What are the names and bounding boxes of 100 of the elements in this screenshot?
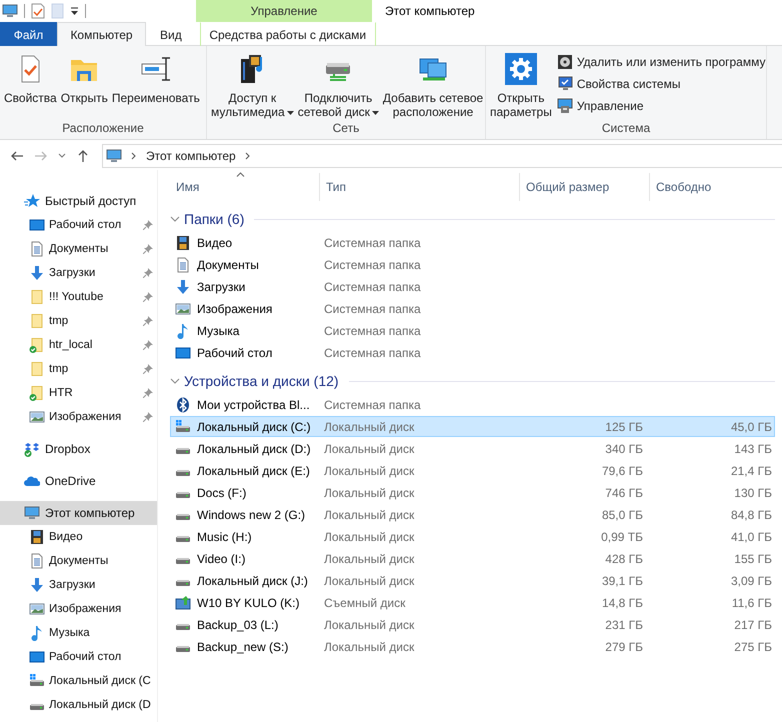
nav-item[interactable]: Рабочий стол [0, 213, 157, 237]
free-space: 3,09 ГБ [730, 574, 772, 588]
address-bar[interactable]: Этот компьютер [102, 144, 782, 168]
column-header[interactable]: Свободно [650, 173, 770, 201]
file-row[interactable]: Загрузки Системная папка [170, 276, 775, 297]
file-type: Съемный диск [324, 596, 406, 610]
up-arrow-icon [76, 149, 90, 163]
file-name: Мои устройства Bl... [197, 398, 310, 412]
file-row[interactable]: Документы Системная папка [170, 254, 775, 275]
properties-button[interactable] [31, 3, 45, 19]
collapse-chevron-icon[interactable] [170, 376, 180, 386]
file-row[interactable]: Мои устройства Bl... Системная папка [170, 394, 775, 415]
pin-icon [143, 244, 153, 254]
ribbon-button[interactable]: Свойства системы [554, 75, 768, 93]
nav-item[interactable]: OneDrive [0, 469, 157, 493]
desktop-icon [29, 217, 45, 233]
file-type: Локальный диск [324, 574, 416, 588]
column-header[interactable]: Общий размер [520, 173, 650, 201]
ribbon-tab[interactable]: Вид [146, 22, 196, 46]
collapse-chevron-icon[interactable] [170, 214, 180, 224]
forward-button[interactable] [34, 149, 48, 163]
nav-item[interactable]: Рабочий стол [0, 645, 157, 669]
nav-item[interactable]: Документы [0, 549, 157, 573]
file-type: Локальный диск [324, 640, 416, 654]
group-header[interactable]: Папки (6) [184, 211, 244, 227]
ribbon-button[interactable]: Подключить сетевой диск [296, 51, 380, 121]
file-row[interactable]: Локальный диск (C:) Локальный диск 125 ГБ 45,0 ГБ [170, 416, 775, 437]
file-row[interactable]: Music (H:) Локальный диск 0,99 ТБ 41,0 ГБ [170, 526, 775, 547]
file-row[interactable]: Video (I:) Локальный диск 428 ГБ 155 ГБ [170, 548, 775, 569]
ribbon-button[interactable]: Свойства [3, 51, 58, 121]
document-icon [175, 256, 191, 272]
file-name: Music (H:) [197, 530, 252, 544]
ribbon-button[interactable]: Открыть [60, 51, 109, 121]
nav-item[interactable]: Быстрый доступ [0, 189, 157, 213]
file-type: Локальный диск [324, 420, 416, 434]
customize-menu-button[interactable] [70, 6, 79, 16]
ribbon-tab[interactable]: Файл [0, 22, 57, 46]
group-header[interactable]: Устройства и диски (12) [184, 373, 339, 389]
settings-icon [504, 53, 537, 85]
down-arrow-icon [29, 265, 45, 281]
file-row[interactable]: Локальный диск (J:) Локальный диск 39,1 ГБ 3,09 ГБ [170, 570, 775, 591]
ribbon-button[interactable]: Управление [554, 97, 768, 115]
computer-management-icon [556, 98, 573, 114]
drive-icon [176, 646, 190, 652]
file-row[interactable]: Локальный диск (E:) Локальный диск 79,6 ГБ 21,4 ГБ [170, 460, 775, 481]
computer-icon [24, 505, 40, 521]
ribbon-button[interactable]: Добавить сетевое расположение [382, 51, 484, 121]
column-header[interactable]: Имя [170, 173, 320, 201]
file-row[interactable]: Windows new 2 (G:) Локальный диск 85,0 ГБ 84,8 ГБ [170, 504, 775, 525]
nav-item[interactable]: Документы [0, 237, 157, 261]
nav-item[interactable]: htr_local [0, 333, 157, 357]
nav-item[interactable]: Локальный диск (C [0, 669, 157, 693]
blank-page-icon [51, 3, 64, 19]
nav-item[interactable]: Загрузки [0, 573, 157, 597]
total-size: 279 ГБ [605, 640, 643, 654]
checklist-page-icon [31, 3, 45, 19]
ribbon-tab[interactable]: Компьютер [57, 22, 146, 46]
file-row[interactable]: Docs (F:) Локальный диск 746 ГБ 130 ГБ [170, 482, 775, 503]
file-name: Video (I:) [197, 552, 246, 566]
breadcrumb[interactable]: Этот компьютер [146, 149, 236, 163]
file-row[interactable]: W10 BY KULO (K:) Съемный диск 14,8 ГБ 11,6 ГБ [170, 592, 775, 613]
file-type: Системная папка [324, 302, 422, 316]
recent-locations-button[interactable] [58, 153, 66, 159]
file-row[interactable]: Backup_03 (L:) Локальный диск 231 ГБ 217 ГБ [170, 614, 775, 635]
nav-item[interactable]: tmp [0, 309, 157, 333]
pin-icon [143, 316, 153, 326]
group-label: Система [600, 121, 652, 137]
desktop-icon [175, 344, 191, 360]
column-header[interactable]: Тип [320, 173, 520, 201]
up-button[interactable] [76, 149, 90, 163]
nav-item[interactable]: Этот компьютер [0, 501, 157, 525]
file-row[interactable]: Музыка Системная папка [170, 320, 775, 341]
total-size: 39,1 ГБ [602, 574, 643, 588]
nav-item[interactable]: HTR [0, 381, 157, 405]
nav-item[interactable]: !!! Youtube [0, 285, 157, 309]
file-row[interactable]: Видео Системная папка [170, 232, 775, 253]
nav-item[interactable]: Видео [0, 525, 157, 549]
nav-item[interactable]: Музыка [0, 621, 157, 645]
file-name: Рабочий стол [197, 346, 272, 360]
nav-item[interactable]: tmp [0, 357, 157, 381]
file-name: Backup_03 (L:) [197, 618, 278, 632]
nav-item[interactable]: Dropbox [0, 437, 157, 461]
ribbon-button[interactable]: Переименовать [110, 51, 201, 121]
ribbon-button[interactable]: Открыть параметры [489, 51, 553, 121]
drive-icon [176, 448, 190, 454]
folder-icon [29, 289, 45, 305]
nav-item[interactable]: Изображения [0, 597, 157, 621]
ribbon-button[interactable]: Удалить или изменить программу [554, 53, 768, 71]
nav-item[interactable]: Локальный диск (D [0, 693, 157, 717]
back-button[interactable] [10, 149, 24, 163]
file-row[interactable]: Backup_new (S:) Локальный диск 279 ГБ 275 ГБ [170, 636, 775, 657]
ribbon-button[interactable]: Доступ к мультимедиа [210, 51, 295, 121]
file-row[interactable]: Локальный диск (D:) Локальный диск 340 ГБ 143 ГБ [170, 438, 775, 459]
pin-icon [143, 412, 153, 422]
file-row[interactable]: Изображения Системная папка [170, 298, 775, 319]
file-name: Локальный диск (J:) [197, 574, 308, 588]
file-type: Локальный диск [324, 442, 416, 456]
nav-item[interactable]: Изображения [0, 405, 157, 429]
file-row[interactable]: Рабочий стол Системная папка [170, 342, 775, 363]
nav-item[interactable]: Загрузки [0, 261, 157, 285]
